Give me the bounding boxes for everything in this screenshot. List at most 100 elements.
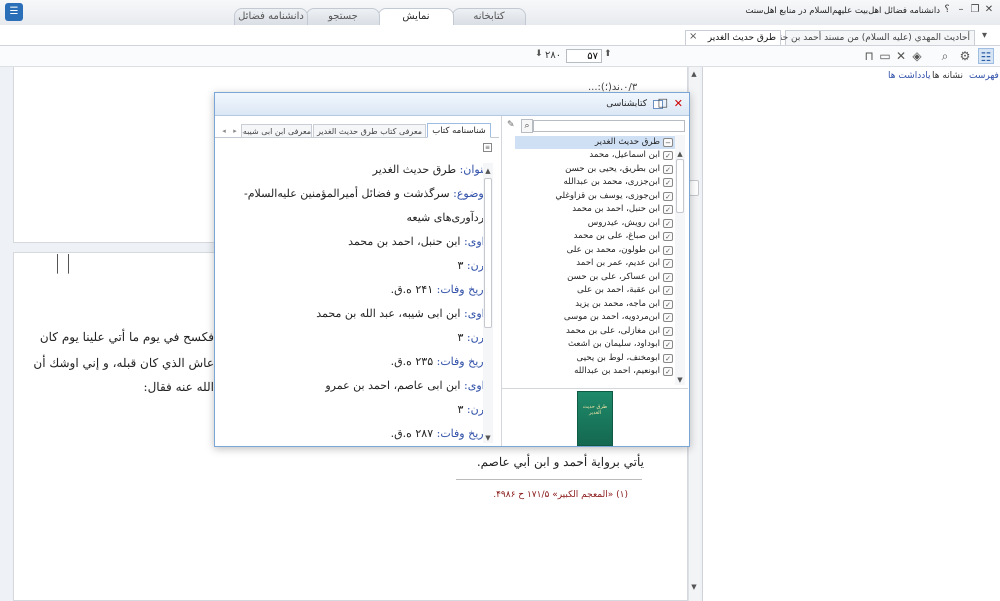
tree-item[interactable]: ✓ ابونعيم، احمد بن عبدالله (574, 365, 673, 378)
check-icon: ✓ (663, 164, 673, 174)
help-button[interactable]: ؟ (941, 4, 953, 16)
close-button[interactable]: ✕ (983, 4, 995, 16)
tree-item[interactable]: ✓ ابن‌جزری، محمد بن عبدالله (564, 176, 673, 189)
tree-scroll-down-icon[interactable]: ▼ (675, 375, 685, 385)
details-scroll-down-icon[interactable]: ▼ (483, 433, 493, 443)
detail-death: تاریخ وفات: ۲۳۵ ه.ق. (390, 355, 490, 368)
doc-tab-other[interactable]: أحاديث المهدي (عليه السلام) من مسند أحمد… (770, 30, 975, 45)
dialog-maximize-icon[interactable]: □ (658, 96, 668, 109)
bookmark-icon[interactable]: ⊓ (861, 48, 877, 64)
tree-item[interactable]: ✓ ابن صباغ، على بن محمد (574, 230, 673, 243)
page-number-input[interactable] (566, 49, 602, 63)
tree-search-input[interactable] (533, 120, 685, 132)
tree-item[interactable]: ✓ ابوداود، سليمان بن اشعث (568, 338, 673, 351)
tree-item[interactable]: ✓ ابومخنف، لوط بن يحيى (577, 352, 673, 365)
check-icon: ✓ (663, 299, 673, 309)
list-view-icon[interactable]: ☷ (978, 48, 994, 64)
reader-scroll-down-icon[interactable]: ▼ (689, 582, 699, 592)
main-line-1: فكسح في يوم ما أتي علينا يوم كان (39, 330, 214, 344)
dialog-title: کتابشناسی (606, 99, 647, 109)
detail-narrator: راوی: ابن ابی عاصم، احمد بن عمرو (325, 379, 490, 392)
details-scroll-up-icon[interactable]: ▲ (483, 166, 493, 176)
book-cover-title: طرق حديث الغدير (582, 404, 608, 416)
tabs-scroll-right-icon[interactable]: ▸ (230, 125, 240, 137)
tab-encyclopedia[interactable]: دانشنامه فضائل (234, 8, 308, 25)
check-icon: ✓ (663, 218, 673, 228)
tree-item[interactable]: ✓ ابن مغازلى، على بن محمد (566, 325, 673, 338)
tab-search[interactable]: جستجو (306, 8, 380, 25)
tabs-scroll-left-icon[interactable]: ◂ (219, 125, 229, 137)
book-icon[interactable]: ▭ (877, 48, 893, 64)
details-scroll-thumb[interactable] (484, 178, 492, 328)
right-tab-contents[interactable]: فهرست (969, 71, 999, 81)
tree-item[interactable]: ✓ ابن عساكر، على بن حسن (567, 271, 673, 284)
tree-item[interactable]: ✓ ابن‌مردويه، احمد بن موسى (564, 311, 673, 324)
reader-scroll-thumb[interactable] (689, 180, 699, 196)
tree-item[interactable]: ✓ ابن اسماعيل، محمد (589, 149, 673, 162)
check-icon: ✓ (663, 232, 673, 241)
expand-icon[interactable]: ✕ (893, 48, 909, 64)
check-icon: ✓ (663, 205, 673, 214)
check-icon: ✓ (663, 151, 673, 160)
right-tab-notes[interactable]: یادداشت ها (888, 71, 931, 81)
check-icon: ✓ (663, 272, 673, 282)
right-tab-bookmarks[interactable]: نشانه ها (932, 71, 963, 81)
tree-search-icon[interactable]: ⌕ (521, 119, 533, 133)
tree-scroll-up-icon[interactable]: ▲ (675, 149, 685, 159)
check-icon: ✓ (663, 313, 673, 322)
tree-root[interactable]: − طرق حديث الغدير (515, 136, 677, 149)
tree-item[interactable]: ✓ ابن طولون، محمد بن على (567, 244, 673, 257)
page-up-icon[interactable]: ⬆ (604, 49, 612, 59)
footnote-separator (456, 479, 642, 480)
app-logo-icon: ☰ (5, 3, 23, 21)
doc-tab-close-icon[interactable]: × (689, 31, 697, 43)
tab-view[interactable]: نمایش (378, 8, 454, 26)
minimize-button[interactable]: – (955, 4, 967, 16)
check-icon: ✓ (663, 191, 673, 201)
tab-author-intro[interactable]: معرفی ابن ابی شیبه، ع (241, 124, 312, 138)
toolbar (0, 46, 1000, 67)
footnote: (۱) «المعجم الكبير» ۱۷۱/۵ ح ۴۹۸۶. (493, 490, 628, 500)
doc-tabs-dropdown-icon[interactable]: ▾ (982, 30, 987, 41)
doc-tab-active[interactable]: طرق حديث الغدير (685, 30, 781, 45)
main-line-3: الله عنه فقال: (143, 380, 214, 394)
details-menu-icon[interactable]: ≡ (483, 143, 492, 152)
tree-item[interactable]: ✓ ابن بطريق، يحيى بن حسن (565, 163, 673, 176)
main-line-4: يأتي برواية أحمد و ابن أبي عاصم. (476, 455, 644, 469)
search-icon[interactable]: ⌕ (937, 48, 953, 64)
tree-scroll-thumb[interactable] (676, 159, 684, 213)
tree-tool-icon[interactable]: ✎ (507, 120, 515, 130)
tree-item[interactable]: ✓ ابن‌جوزی، يوسف بن قزاوغلي (555, 190, 673, 203)
tree-root-toggle-icon[interactable]: − (663, 138, 673, 147)
tag-icon[interactable]: ◈ (909, 48, 925, 64)
tab-book-intro[interactable]: معرفی کتاب طرق حدیث الغدیر (313, 124, 426, 138)
check-icon: ✓ (663, 326, 673, 336)
tree-list: − طرق حديث الغدير ✓ ابن اسماعيل، محمد ✓ اب… (511, 135, 677, 383)
detail-narrator: راوی: ابن ابی شیبه، عبد الله بن محمد (316, 307, 490, 320)
check-icon: ✓ (663, 178, 673, 187)
tree-item[interactable]: ✓ ابن حنبل، احمد بن محمد (572, 203, 673, 216)
book-cover-image: طرق حديث الغدير (577, 391, 613, 446)
right-panel (702, 67, 1000, 601)
tab-book-id[interactable]: شناسنامه کتاب (427, 123, 491, 138)
tree-item[interactable]: ✓ ابن ماجه، محمد بن يزيد (575, 298, 673, 311)
tree-root-label: طرق حديث الغدير (594, 137, 660, 147)
detail-subject-cont: گردآوری‌های شیعه (406, 211, 491, 224)
tree-item[interactable]: ✓ ابن عقبة، احمد بن على (577, 284, 673, 297)
reader-scroll-up-icon[interactable]: ▲ (689, 69, 699, 79)
main-line-2: عاش الذي كان قبله، و إني اوشك أن (33, 356, 214, 370)
bibliography-dialog: کتابشناسی ✕ □ ⌕ ✎ − طرق حديث الغدير ✓ ابن… (214, 92, 690, 447)
tree-item[interactable]: ✓ ابن رويش، عيدروس (588, 217, 673, 230)
check-icon: ✓ (663, 367, 673, 376)
check-icon: ✓ (663, 340, 673, 349)
tab-library[interactable]: کتابخانه (452, 8, 526, 25)
detail-title: عنوان: طرق حديث الغدير (372, 163, 490, 176)
dialog-close-icon[interactable]: ✕ (674, 97, 683, 110)
tree-item[interactable]: ✓ ابن عديم، عمر بن احمد (576, 257, 673, 270)
restore-button[interactable]: ❐ (969, 4, 981, 16)
check-icon: ✓ (663, 353, 673, 363)
detail-subject: موضوع: سرگذشت و فضائل أميرالمؤمنين عليه‌… (244, 187, 490, 200)
tree-separator (502, 388, 688, 389)
gear-icon[interactable]: ⚙ (957, 48, 973, 64)
page-down-icon[interactable]: ⬇ (535, 49, 543, 59)
